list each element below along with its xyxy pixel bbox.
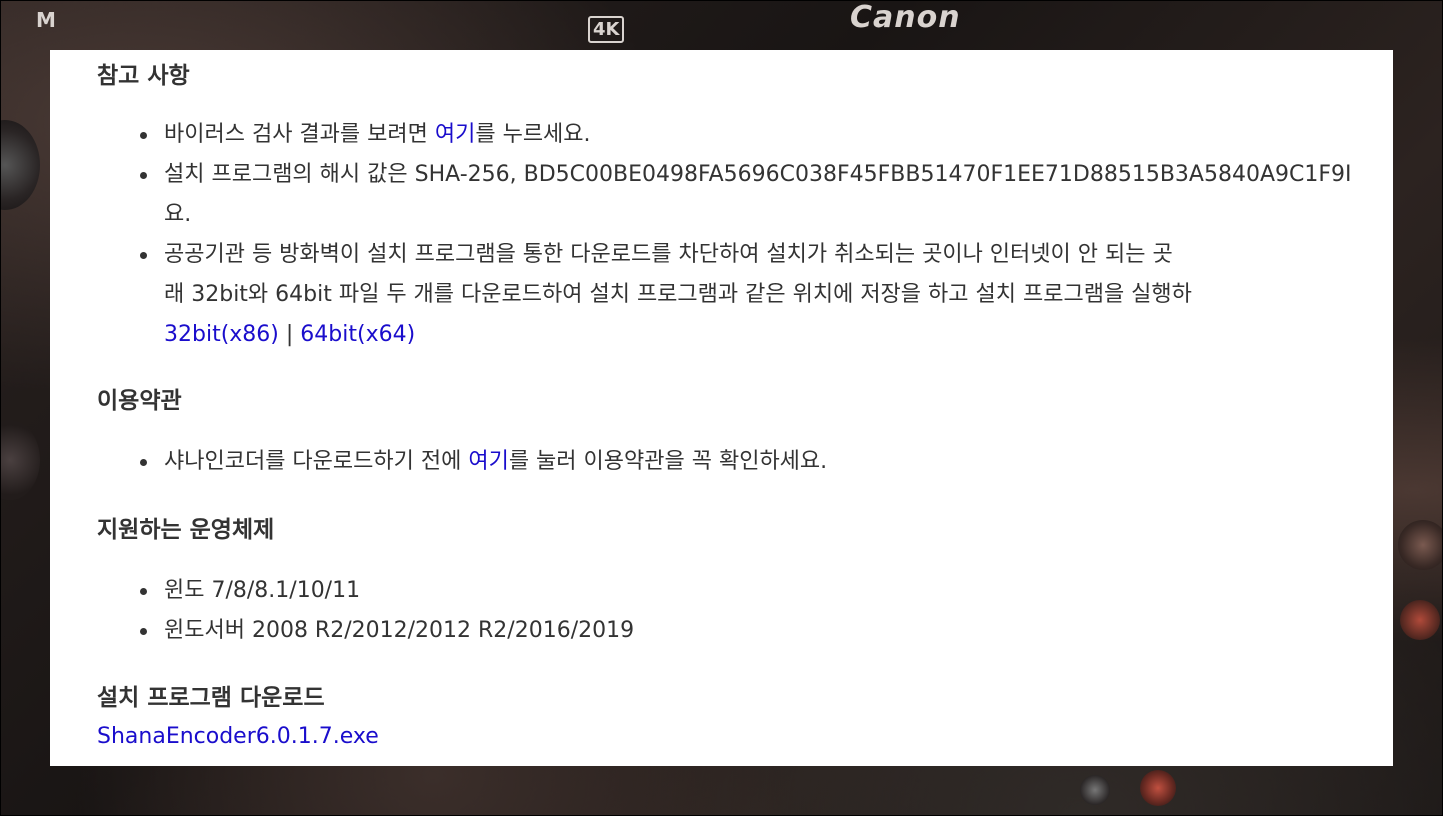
notes-heading: 참고 사항 [97, 63, 190, 89]
terms-list: 샤나인코더를 다운로드하기 전에 여기를 눌러 이용약관을 꼭 확인하세요. [97, 442, 827, 482]
list-item-os-windows: 윈도 7/8/8.1/10/11 [97, 571, 634, 611]
background-corner-mark: M [36, 8, 56, 32]
link-separator: | [278, 322, 301, 347]
list-item-firewall: 공공기관 등 방화벽이 설치 프로그램을 통한 다운로드를 차단하여 설치가 취… [97, 235, 1352, 355]
notes-list: 바이러스 검사 결과를 보려면 여기를 누르세요. 설치 프로그램의 해시 값은… [97, 115, 1352, 355]
background-knob [1140, 770, 1176, 806]
firewall-text-line2: 래 32bit와 64bit 파일 두 개를 다운로드하여 설치 프로그램과 같… [164, 282, 1192, 307]
terms-text-before: 샤나인코더를 다운로드하기 전에 [164, 449, 469, 474]
list-item-os-server: 윈도서버 2008 R2/2012/2012 R2/2016/2019 [97, 611, 634, 651]
content-panel: 참고 사항 바이러스 검사 결과를 보려면 여기를 누르세요. 설치 프로그램의… [50, 50, 1393, 766]
background-knob [1080, 775, 1110, 805]
background-knob [0, 120, 40, 210]
background-4k-badge: 4K [588, 16, 625, 43]
background-knob [1400, 600, 1440, 640]
os-list: 윈도 7/8/8.1/10/11 윈도서버 2008 R2/2012/2012 … [97, 571, 634, 651]
background-knob [0, 420, 40, 500]
terms-text-after: 를 눌러 이용약관을 꼭 확인하세요. [508, 449, 828, 474]
terms-heading: 이용약관 [97, 388, 182, 414]
list-item-hash: 설치 프로그램의 해시 값은 SHA-256, BD5C00BE0498FA56… [97, 155, 1352, 235]
installer-heading: 설치 프로그램 다운로드 [97, 685, 325, 711]
list-item-virus-scan: 바이러스 검사 결과를 보려면 여기를 누르세요. [97, 115, 1352, 155]
firewall-download-links: 32bit(x86) | 64bit(x64) [164, 315, 1352, 355]
virus-scan-link[interactable]: 여기 [435, 122, 475, 147]
hash-text-line2: 요. [164, 202, 192, 227]
os-heading: 지원하는 운영체제 [97, 517, 275, 543]
terms-link[interactable]: 여기 [468, 449, 508, 474]
firewall-text-line1: 공공기관 등 방화벽이 설치 프로그램을 통한 다운로드를 차단하여 설치가 취… [164, 242, 1173, 267]
download-32bit-link[interactable]: 32bit(x86) [164, 322, 279, 347]
hash-text-line1: 설치 프로그램의 해시 값은 SHA-256, BD5C00BE0498FA56… [164, 162, 1352, 187]
background-brand-logo: Canon [850, 0, 961, 35]
installer-download-link[interactable]: ShanaEncoder6.0.1.7.exe [97, 717, 379, 757]
list-item-terms: 샤나인코더를 다운로드하기 전에 여기를 눌러 이용약관을 꼭 확인하세요. [97, 442, 827, 482]
virus-scan-text-after: 를 누르세요. [475, 122, 591, 147]
download-64bit-link[interactable]: 64bit(x64) [300, 322, 415, 347]
background-knob [1398, 520, 1443, 570]
virus-scan-text-before: 바이러스 검사 결과를 보려면 [164, 122, 435, 147]
